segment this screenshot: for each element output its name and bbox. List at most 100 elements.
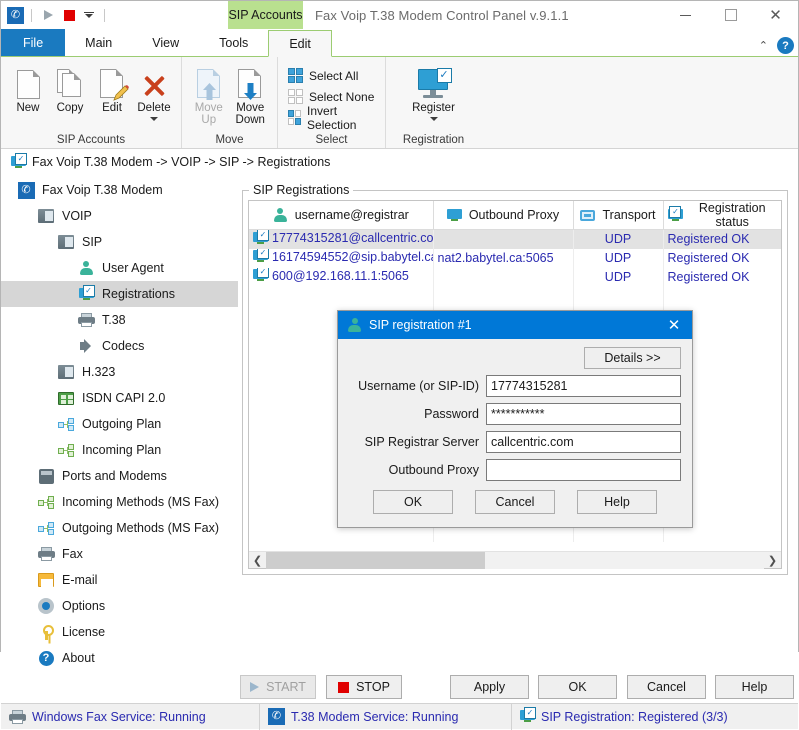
tab-tools[interactable]: Tools xyxy=(199,29,268,56)
tree-item-codecs[interactable]: Codecs xyxy=(1,333,238,359)
dialog-title-bar: SIP registration #1 ✕ xyxy=(338,311,692,339)
pbx-icon xyxy=(57,233,75,251)
tab-view[interactable]: View xyxy=(132,29,199,56)
tab-edit[interactable]: Edit xyxy=(268,30,332,57)
field-row-password: Password xyxy=(349,403,681,425)
cell-username: 17774315281@callcentric.com xyxy=(249,230,433,249)
column-header-outbound-proxy[interactable]: Outbound Proxy xyxy=(433,201,573,230)
tree-item-outgoing-plan[interactable]: Outgoing Plan xyxy=(1,411,238,437)
dialog-close-button[interactable]: ✕ xyxy=(656,311,692,339)
tree-item-h323[interactable]: H.323 xyxy=(1,359,238,385)
collapse-ribbon-icon[interactable]: ⌃ xyxy=(759,39,768,52)
details-button[interactable]: Details >> xyxy=(584,347,681,369)
tree-item-ports-and-modems[interactable]: Ports and Modems xyxy=(1,463,238,489)
cell-transport: UDP xyxy=(573,230,663,249)
register-button[interactable]: ✓ Register xyxy=(398,62,470,121)
column-header-registration-status[interactable]: Registration status xyxy=(663,201,781,230)
tree-item-license[interactable]: License xyxy=(1,619,238,645)
table-row[interactable]: 16174594552@sip.babytel.ca nat2.babytel.… xyxy=(249,249,781,268)
scroll-right-button[interactable]: ❯ xyxy=(764,552,781,569)
tree-item-outgoing-methods[interactable]: Outgoing Methods (MS Fax) xyxy=(1,515,238,541)
scrollbar-track[interactable] xyxy=(266,552,764,569)
status-text: T.38 Modem Service: Running xyxy=(291,710,458,724)
dialog-help-button[interactable]: Help xyxy=(577,490,657,514)
move-down-button[interactable]: MoveDown xyxy=(230,62,272,126)
scrollbar-thumb[interactable] xyxy=(266,552,485,569)
edit-button[interactable]: Edit xyxy=(91,62,133,114)
registrar-server-input[interactable] xyxy=(486,431,681,453)
status-windows-fax-service: Windows Fax Service: Running xyxy=(1,704,259,730)
apply-button[interactable]: Apply xyxy=(450,675,529,699)
dialog-buttons: OK Cancel Help xyxy=(349,490,681,514)
copy-button[interactable]: Copy xyxy=(49,62,91,114)
invert-selection-button[interactable]: Invert Selection xyxy=(286,107,379,128)
tree-item-registrations[interactable]: Registrations xyxy=(1,281,238,307)
table-row[interactable]: 17774315281@callcentric.com UDP Register… xyxy=(249,230,781,249)
tree-item-incoming-plan[interactable]: Incoming Plan xyxy=(1,437,238,463)
stop-button[interactable]: STOP xyxy=(326,675,402,699)
horizontal-scrollbar[interactable]: ❮ ❯ xyxy=(249,551,781,568)
tree-item-label: E-mail xyxy=(62,573,97,587)
close-button[interactable]: ✕ xyxy=(753,1,798,29)
outbound-proxy-input[interactable] xyxy=(486,459,681,481)
username-input[interactable] xyxy=(486,375,681,397)
start-button[interactable]: START xyxy=(240,675,316,699)
column-header-username[interactable]: username@registrar xyxy=(249,201,433,230)
maximize-button[interactable] xyxy=(708,1,753,29)
tab-file[interactable]: File xyxy=(1,29,65,56)
minimize-button[interactable] xyxy=(663,1,708,29)
tree-item-fax[interactable]: Fax xyxy=(1,541,238,567)
ribbon-group-label-sip-accounts: SIP Accounts xyxy=(1,131,181,148)
play-icon[interactable] xyxy=(39,6,57,24)
dialog-cancel-button[interactable]: Cancel xyxy=(475,490,555,514)
column-header-transport[interactable]: Transport xyxy=(573,201,663,230)
tree-item-voip[interactable]: VOIP xyxy=(1,203,238,229)
register-dropdown-icon[interactable] xyxy=(430,117,438,121)
user-icon xyxy=(273,208,288,223)
gear-icon xyxy=(37,597,55,615)
tree-item-user-agent[interactable]: User Agent xyxy=(1,255,238,281)
select-none-label: Select None xyxy=(309,90,374,104)
tree-item-options[interactable]: Options xyxy=(1,593,238,619)
pbx-icon xyxy=(57,363,75,381)
monitor-check-icon xyxy=(253,269,268,282)
help-icon[interactable]: ? xyxy=(777,37,794,54)
delete-button[interactable]: Delete xyxy=(133,62,175,121)
customize-dropdown-icon[interactable] xyxy=(81,6,97,24)
select-all-label: Select All xyxy=(309,69,358,83)
delete-dropdown-icon[interactable] xyxy=(150,117,158,121)
window-controls: ✕ xyxy=(663,1,798,29)
tree-item-isdn-capi[interactable]: ISDN CAPI 2.0 xyxy=(1,385,238,411)
delete-button-label: Delete xyxy=(137,102,170,114)
tree-item-label: H.323 xyxy=(82,365,115,379)
scroll-left-button[interactable]: ❮ xyxy=(249,552,266,569)
tree-item-incoming-methods[interactable]: Incoming Methods (MS Fax) xyxy=(1,489,238,515)
stop-icon[interactable] xyxy=(60,6,78,24)
dialog-ok-button[interactable]: OK xyxy=(373,490,453,514)
tree-item-label: Fax xyxy=(62,547,83,561)
stop-icon xyxy=(338,682,349,693)
tree-item-email[interactable]: E-mail xyxy=(1,567,238,593)
cell-proxy xyxy=(433,268,573,287)
tree-item-t38[interactable]: T.38 xyxy=(1,307,238,333)
tree-item-about[interactable]: ? About xyxy=(1,645,238,671)
new-button[interactable]: New xyxy=(7,62,49,114)
tree-item-label: User Agent xyxy=(102,261,164,275)
tree-item-label: About xyxy=(62,651,95,665)
cancel-button[interactable]: Cancel xyxy=(627,675,706,699)
help-button[interactable]: Help xyxy=(715,675,794,699)
ribbon-panel: New Copy Edit xyxy=(1,56,798,149)
start-button-label: START xyxy=(266,680,306,694)
phone-icon: ✆ xyxy=(17,181,35,199)
tree-item-sip[interactable]: SIP xyxy=(1,229,238,255)
printer-icon xyxy=(77,311,95,329)
dialog-body: Details >> Username (or SIP-ID) Password… xyxy=(338,339,692,514)
select-all-button[interactable]: Select All xyxy=(286,65,358,86)
tree-item-fax-voip-modem[interactable]: ✆ Fax Voip T.38 Modem xyxy=(1,177,238,203)
tab-main[interactable]: Main xyxy=(65,29,132,56)
move-up-button[interactable]: MoveUp xyxy=(188,62,230,126)
phone-icon[interactable]: ✆ xyxy=(7,7,24,24)
ok-button[interactable]: OK xyxy=(538,675,617,699)
table-row[interactable]: 600@192.168.11.1:5065 UDP Registered OK xyxy=(249,268,781,287)
password-input[interactable] xyxy=(486,403,681,425)
